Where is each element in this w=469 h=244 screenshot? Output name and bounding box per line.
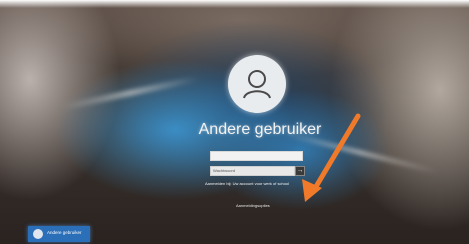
lock-screen: Andere gebruiker Wachtwoord → Aanmelden … (0, 0, 469, 244)
annotation-arrow-icon (302, 113, 361, 202)
